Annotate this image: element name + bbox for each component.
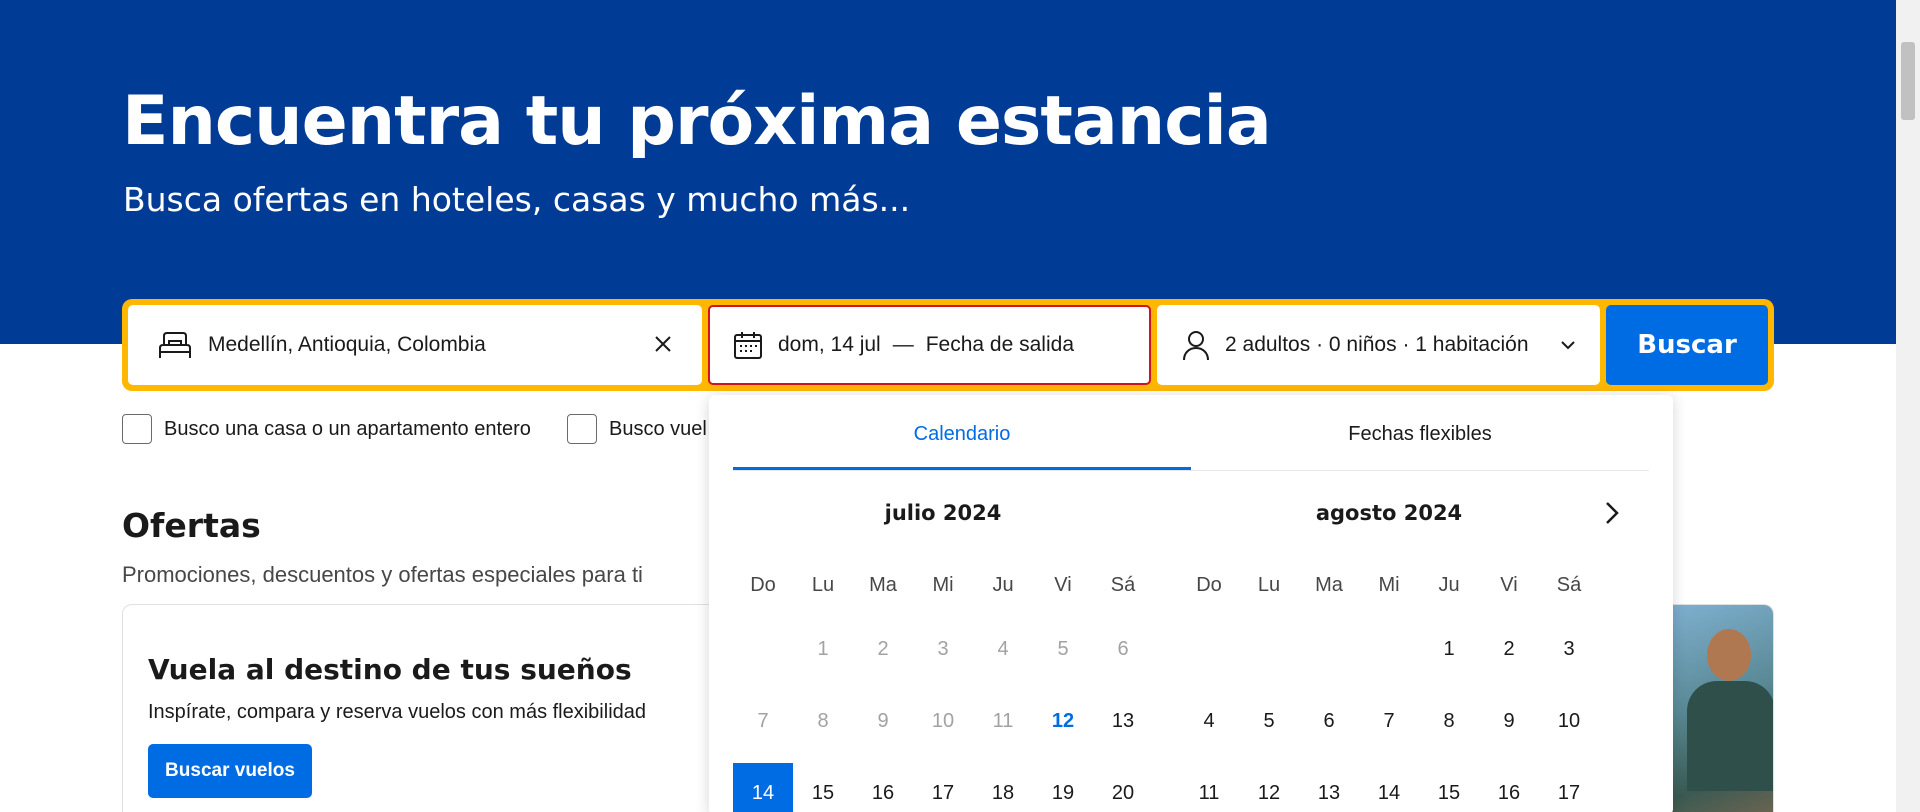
weekday-header: Lu <box>811 574 835 596</box>
search-flights-button[interactable]: Buscar vuelos <box>148 744 312 798</box>
whole-home-checkbox[interactable] <box>122 414 152 444</box>
calendar-day: 11 <box>992 710 1014 732</box>
weekday-header: Sá <box>1556 574 1582 596</box>
hero-banner: Encuentra tu próxima estancia Busca ofer… <box>0 0 1920 344</box>
calendar-day: 3 <box>937 638 949 660</box>
chevron-down-icon[interactable] <box>1558 335 1578 355</box>
calendar-day[interactable]: 17 <box>1539 763 1599 812</box>
whole-home-label: Busco una casa o un apartamento entero <box>164 417 531 440</box>
checkin-value: dom, 14 jul <box>778 333 881 356</box>
calendar-day: 9 <box>877 710 889 732</box>
weekday-header: Do <box>750 574 776 596</box>
flights-label: Busco vuel <box>609 417 707 440</box>
calendar-day[interactable]: 16 <box>1479 763 1539 812</box>
calendar-day[interactable]: 18 <box>973 763 1033 812</box>
checkout-placeholder: Fecha de salida <box>925 333 1074 356</box>
page-subtitle: Busca ofertas en hoteles, casas y mucho … <box>123 180 911 219</box>
promo-image-head <box>1707 629 1751 681</box>
offers-subtitle: Promociones, descuentos y ofertas especi… <box>122 562 643 587</box>
weekday-header: Mi <box>1378 574 1400 596</box>
calendar-day[interactable]: 4 <box>1179 691 1239 751</box>
calendar-day: 4 <box>997 638 1009 660</box>
weekday-header: Vi <box>1054 574 1072 596</box>
calendar-day[interactable]: 5 <box>1239 691 1299 751</box>
promo-image <box>1667 605 1773 812</box>
close-icon[interactable] <box>650 331 676 357</box>
calendar-grid: Do Lu Ma Mi Ju Vi Sá 1 2 3 4 5 6 7 8 9 10 11 12 13 14 15 16 17 1… <box>733 563 1153 812</box>
calendar-day[interactable]: 8 <box>1419 691 1479 751</box>
calendar-day[interactable]: 13 <box>1093 691 1153 751</box>
guests-value: 2 adultos · 0 niños · 1 habitación <box>1225 333 1529 356</box>
calendar-day-selected[interactable]: 14 <box>733 763 793 812</box>
offers-title: Ofertas <box>122 506 261 545</box>
month-title: julio 2024 <box>884 501 1002 525</box>
search-bar: Medellín, Antioquia, Colombia dom, 14 ju… <box>122 299 1774 391</box>
calendar-day[interactable]: 15 <box>793 763 853 812</box>
calendar-day[interactable]: 9 <box>1479 691 1539 751</box>
page-scrollbar[interactable] <box>1896 0 1920 812</box>
promo-title: Vuela al destino de tus sueños <box>148 653 632 686</box>
weekday-header: Ma <box>869 574 897 596</box>
promo-image-figure <box>1687 681 1773 791</box>
bed-icon <box>156 330 194 360</box>
month-title: agosto 2024 <box>1315 501 1463 525</box>
calendar-day[interactable]: 15 <box>1419 763 1479 812</box>
month-july: julio 2024 Do Lu Ma Mi Ju Vi Sá 1 2 3 4 5 6 7 8 9 10 11 12… <box>733 501 1153 812</box>
date-separator: — <box>892 333 914 356</box>
calendar-day[interactable]: 7 <box>1359 691 1419 751</box>
weekday-header: Mi <box>932 574 954 596</box>
calendar-day: 7 <box>757 710 769 732</box>
calendar-day[interactable]: 17 <box>913 763 973 812</box>
guests-field[interactable]: 2 adultos · 0 niños · 1 habitación <box>1157 305 1600 385</box>
calendar-day[interactable]: 20 <box>1093 763 1153 812</box>
whole-home-filter[interactable]: Busco una casa o un apartamento entero <box>122 414 531 444</box>
tab-fechas-flexibles[interactable]: Fechas flexibles <box>1191 423 1649 470</box>
month-august: agosto 2024 Do Lu Ma Mi Ju Vi Sá 1 2 3 4 5 6 7 8 9 10 11 1… <box>1179 501 1599 812</box>
weekday-header: Do <box>1196 574 1222 596</box>
flights-checkbox[interactable] <box>567 414 597 444</box>
calendar-grid: Do Lu Ma Mi Ju Vi Sá 1 2 3 4 5 6 7 8 9 10 11 12 13 14 15 16 17 <box>1179 563 1599 812</box>
weekday-header: Sá <box>1110 574 1136 596</box>
date-picker-tabs: Calendario Fechas flexibles <box>733 423 1649 471</box>
calendar-day[interactable]: 12 <box>1239 763 1299 812</box>
weekday-header: Ju <box>1438 574 1460 596</box>
calendar-icon <box>732 329 764 361</box>
calendar-day[interactable]: 11 <box>1179 763 1239 812</box>
weekday-header: Ju <box>992 574 1014 596</box>
scrollbar-thumb[interactable] <box>1901 42 1915 120</box>
destination-value: Medellín, Antioquia, Colombia <box>208 333 486 356</box>
calendar-day[interactable]: 13 <box>1299 763 1359 812</box>
calendar-day: 8 <box>817 710 829 732</box>
calendar-day: 2 <box>877 638 889 660</box>
calendar-day: 5 <box>1057 638 1069 660</box>
calendar-day[interactable]: 19 <box>1033 763 1093 812</box>
flights-filter[interactable]: Busco vuel <box>567 414 707 444</box>
tab-calendario[interactable]: Calendario <box>733 423 1191 470</box>
calendar-day[interactable]: 12 <box>1033 691 1093 751</box>
page-title: Encuentra tu próxima estancia <box>122 82 1272 161</box>
calendar-day[interactable]: 3 <box>1539 619 1599 679</box>
calendar-day[interactable]: 2 <box>1479 619 1539 679</box>
weekday-header: Lu <box>1257 574 1281 596</box>
person-icon <box>1181 329 1211 361</box>
calendar-day: 1 <box>817 638 829 660</box>
weekday-header: Vi <box>1500 574 1518 596</box>
promo-text: Inspírate, compara y reserva vuelos con … <box>148 701 647 723</box>
dates-field[interactable]: dom, 14 jul — Fecha de salida <box>708 305 1151 385</box>
weekday-header: Ma <box>1315 574 1343 596</box>
date-picker-popup: Calendario Fechas flexibles julio 2024 D… <box>709 395 1673 812</box>
calendar-day: 6 <box>1117 638 1129 660</box>
calendar-day[interactable]: 10 <box>1539 691 1599 751</box>
calendar-day[interactable]: 14 <box>1359 763 1419 812</box>
calendar-day[interactable]: 16 <box>853 763 913 812</box>
destination-field[interactable]: Medellín, Antioquia, Colombia <box>128 305 702 385</box>
calendar-day[interactable]: 1 <box>1419 619 1479 679</box>
chevron-right-icon[interactable] <box>1599 499 1623 527</box>
search-button[interactable]: Buscar <box>1606 305 1768 385</box>
calendar-day[interactable]: 6 <box>1299 691 1359 751</box>
calendar-day: 10 <box>931 710 955 732</box>
